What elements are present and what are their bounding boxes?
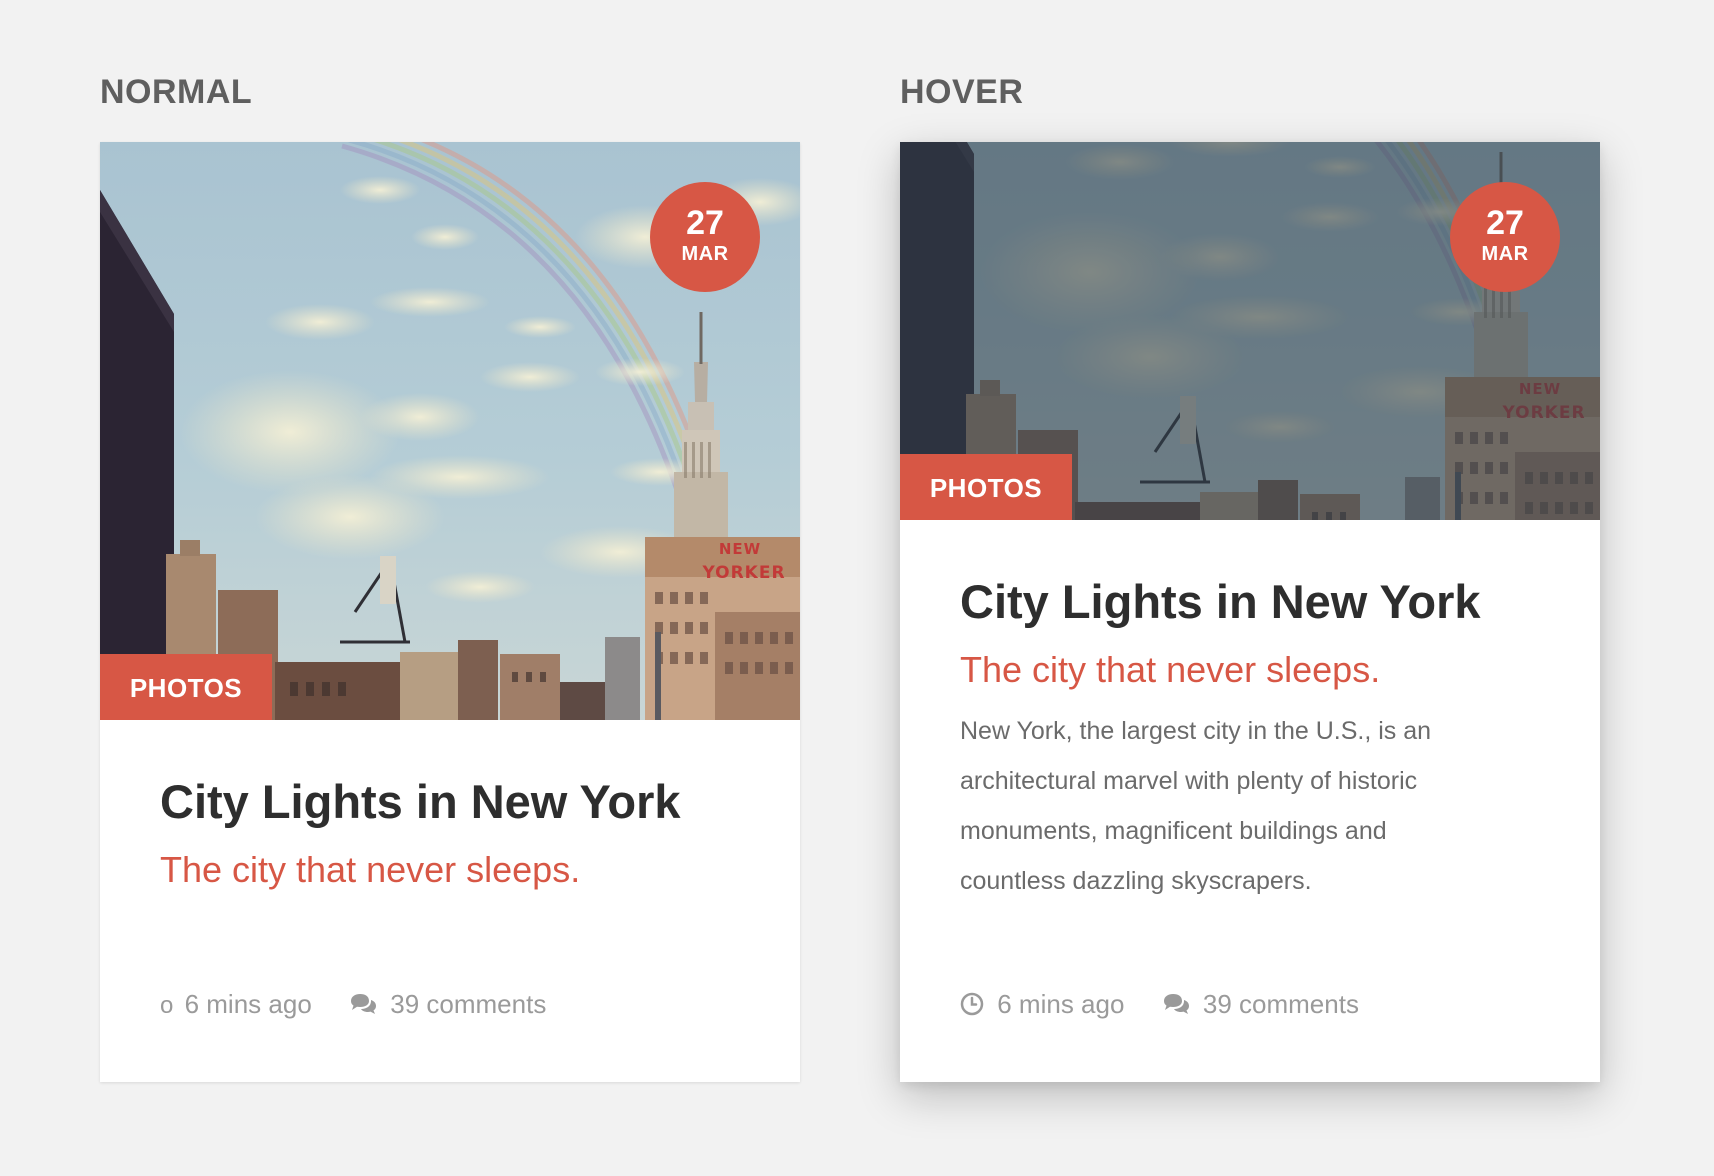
category-tag[interactable]: PHOTOS [100, 654, 272, 720]
card-title[interactable]: City Lights in New York [160, 774, 681, 830]
card-meta: 6 mins ago 39 comments [960, 984, 1359, 1024]
card-subtitle: The city that never sleeps. [960, 649, 1381, 690]
clock-icon: o [160, 992, 174, 1019]
article-photo: 27 MAR PHOTOS [100, 142, 800, 720]
date-month: MAR [1481, 243, 1529, 265]
comments-text: 39 comments [390, 989, 547, 1019]
comments-count[interactable]: 39 comments [1162, 984, 1359, 1024]
excerpt-line: monuments, magnificent buildings and [960, 817, 1387, 845]
date-day: 27 [1486, 204, 1524, 242]
excerpt-line: architectural marvel with plenty of hist… [960, 767, 1418, 795]
date-badge: 27 MAR [1450, 182, 1560, 292]
time-ago: 6 mins ago [960, 984, 1124, 1024]
state-label-hover: HOVER [900, 73, 1024, 111]
comments-text: 39 comments [1202, 989, 1359, 1019]
article-card-normal[interactable]: 27 MAR PHOTOS City Lights in New York Th… [100, 142, 800, 1082]
date-badge: 27 MAR [650, 182, 760, 292]
time-ago-text: 6 mins ago [997, 989, 1125, 1019]
state-label-normal: NORMAL [100, 73, 253, 111]
excerpt-line: countless dazzling skyscrapers. [960, 867, 1312, 895]
date-day: 27 [686, 204, 724, 242]
comments-count[interactable]: 39 comments [349, 984, 546, 1024]
speech-bubbles-icon [1163, 994, 1189, 1015]
time-ago-text: 6 mins ago [184, 989, 312, 1019]
category-tag[interactable]: PHOTOS [900, 454, 1072, 520]
date-month: MAR [681, 243, 729, 265]
card-meta: o 6 mins ago 39 comments [160, 984, 546, 1024]
excerpt-line: New York, the largest city in the U.S., … [960, 717, 1432, 745]
article-card-hover[interactable]: 27 MAR PHOTOS City Lights in New York Th… [900, 142, 1600, 1082]
speech-bubbles-icon [351, 994, 377, 1015]
card-excerpt: New York, the largest city in the U.S., … [960, 706, 1520, 906]
time-ago: o 6 mins ago [160, 984, 312, 1026]
article-photo: 27 MAR PHOTOS [900, 142, 1600, 520]
card-title[interactable]: City Lights in New York [960, 574, 1481, 630]
card-subtitle: The city that never sleeps. [160, 849, 581, 890]
clock-icon [960, 992, 984, 1016]
